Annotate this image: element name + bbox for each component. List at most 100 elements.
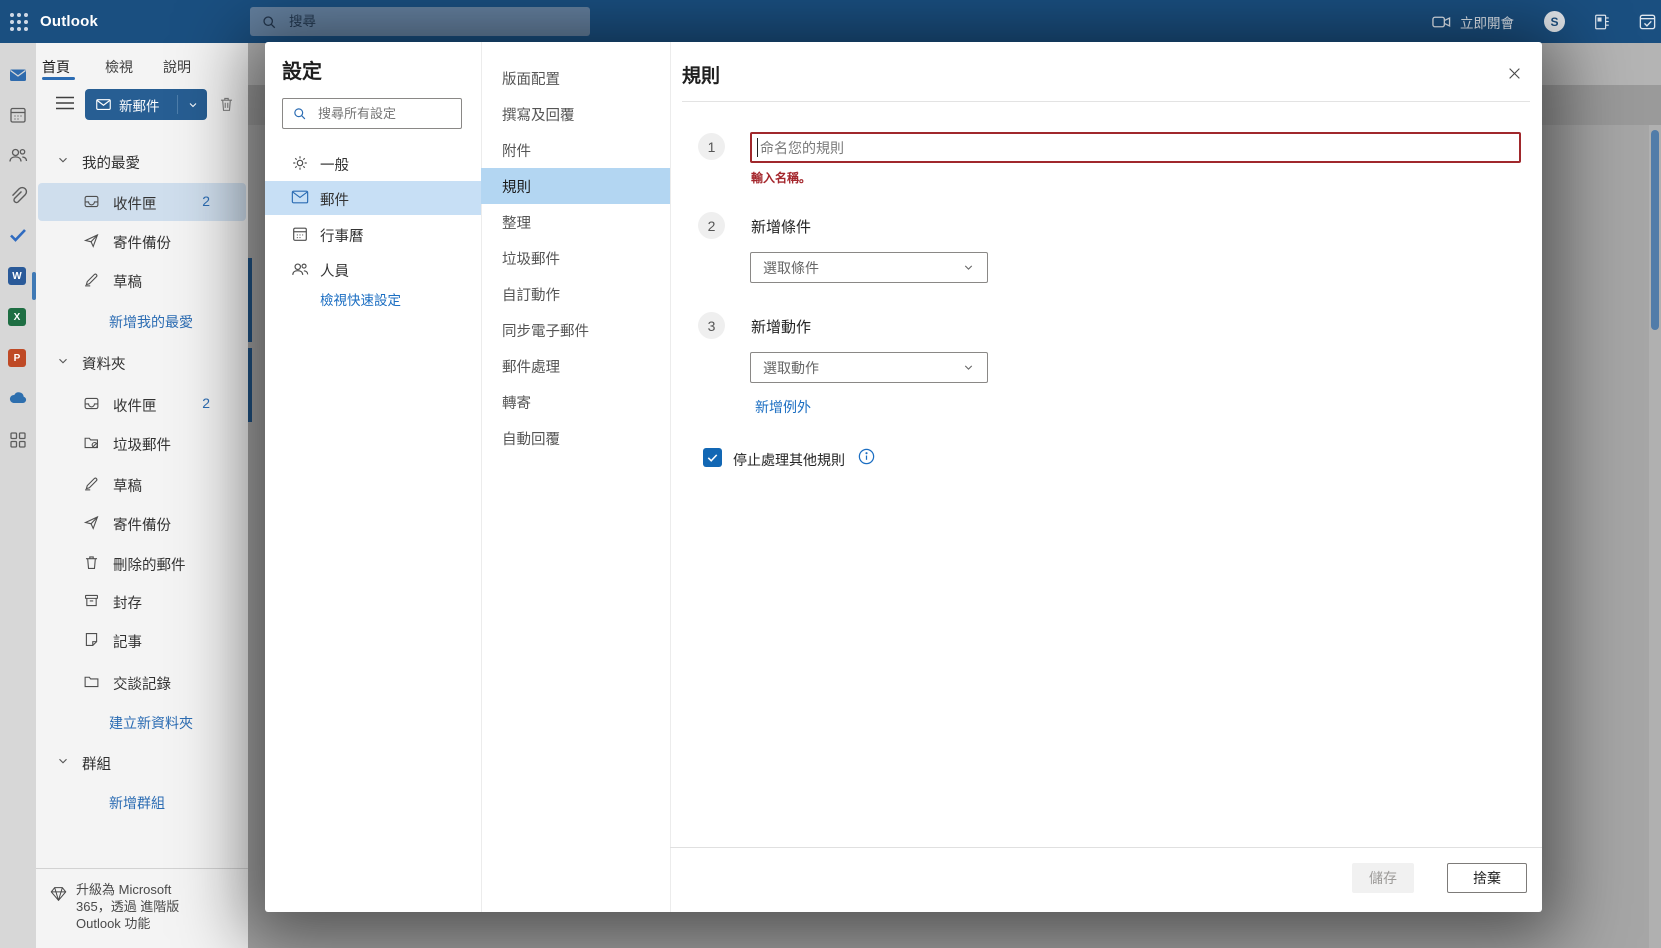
- tab-help[interactable]: 說明: [163, 57, 191, 77]
- excel-app-icon[interactable]: X: [8, 308, 28, 328]
- divider: [670, 42, 671, 912]
- section-layout[interactable]: 版面配置: [481, 60, 670, 96]
- page-scrollbar-thumb[interactable]: [1651, 130, 1659, 330]
- condition-dropdown[interactable]: 選取條件: [750, 252, 988, 283]
- info-icon[interactable]: [857, 447, 876, 466]
- section-sweep[interactable]: 整理: [481, 204, 670, 240]
- settings-title: 設定: [282, 61, 322, 83]
- rule-name-input[interactable]: [752, 134, 1519, 161]
- sidebar-item-junk[interactable]: 垃圾郵件: [38, 424, 246, 462]
- delete-toolbar-icon[interactable]: [218, 95, 235, 113]
- calendar-app-icon[interactable]: [8, 105, 28, 125]
- top-app-bar: Outlook 立即開會 S: [0, 0, 1661, 43]
- section-junk[interactable]: 垃圾郵件: [481, 240, 670, 276]
- groups-header[interactable]: 群組: [38, 743, 246, 781]
- gear-icon: [291, 154, 309, 172]
- close-icon[interactable]: [1501, 60, 1527, 86]
- create-folder-link[interactable]: 建立新資料夾: [38, 703, 246, 741]
- sidebar-item-archive[interactable]: 封存: [38, 582, 246, 620]
- selected-message-indicator: [248, 258, 252, 342]
- sidebar-item-sent[interactable]: 寄件備份: [38, 504, 246, 542]
- sidebar-item-sent-favorite[interactable]: 寄件備份: [38, 222, 246, 260]
- word-app-icon[interactable]: W: [8, 267, 28, 287]
- discard-button[interactable]: 捨棄: [1447, 863, 1527, 893]
- sent-icon: [83, 514, 100, 531]
- note-icon: [83, 631, 100, 648]
- sidebar-item-drafts[interactable]: 草稿: [38, 465, 246, 503]
- favorites-header[interactable]: 我的最愛: [38, 142, 246, 180]
- add-exception-link[interactable]: 新增例外: [755, 397, 811, 417]
- new-mail-dropdown-chevron[interactable]: [178, 99, 207, 111]
- more-apps-icon[interactable]: [8, 430, 28, 450]
- sidebar-item-inbox[interactable]: 收件匣 2: [38, 385, 246, 423]
- folders-header[interactable]: 資料夾: [38, 343, 246, 381]
- step-3-circle: 3: [698, 312, 725, 339]
- section-attachments[interactable]: 附件: [481, 132, 670, 168]
- rules-panel-title: 規則: [682, 66, 721, 87]
- upgrade-promo[interactable]: 升級為 Microsoft 365，透過 進階版 Outlook 功能: [50, 881, 240, 932]
- section-message-handling[interactable]: 郵件處理: [481, 348, 670, 384]
- onedrive-app-icon[interactable]: [8, 390, 28, 410]
- settings-search-box[interactable]: [282, 98, 462, 129]
- sidebar-item-drafts-favorite[interactable]: 草稿: [38, 261, 246, 299]
- settings-category-general[interactable]: 一般: [265, 146, 481, 180]
- action-dropdown[interactable]: 選取動作: [750, 352, 988, 383]
- section-compose-reply[interactable]: 撰寫及回覆: [481, 96, 670, 132]
- global-search-input[interactable]: [287, 13, 551, 30]
- chevron-down-icon: [56, 153, 70, 167]
- sidebar-item-deleted[interactable]: 刪除的郵件: [38, 544, 246, 582]
- video-camera-icon: [1432, 16, 1451, 27]
- settings-category-calendar[interactable]: 行事曆: [265, 217, 481, 251]
- add-condition-label: 新增條件: [751, 219, 812, 236]
- tab-home[interactable]: 首頁: [42, 57, 70, 77]
- hamburger-menu-icon[interactable]: [55, 95, 75, 111]
- attachments-app-icon[interactable]: [8, 186, 28, 206]
- unread-count-badge: 2: [202, 193, 210, 209]
- new-mail-button[interactable]: 新郵件: [85, 89, 207, 120]
- tab-view[interactable]: 檢視: [105, 57, 133, 77]
- premium-diamond-icon: [50, 886, 67, 932]
- app-launcher-icon[interactable]: [8, 11, 30, 33]
- archive-icon: [83, 592, 100, 609]
- section-sync-email[interactable]: 同步電子郵件: [481, 312, 670, 348]
- unread-count-badge: 2: [202, 395, 210, 411]
- section-forwarding[interactable]: 轉寄: [481, 384, 670, 420]
- sidebar-item-notes[interactable]: 記事: [38, 621, 246, 659]
- chevron-down-icon: [964, 265, 973, 270]
- app-rail: W X P: [0, 43, 36, 948]
- inbox-icon: [83, 395, 100, 412]
- sidebar-item-conversation-history[interactable]: 交談記錄: [38, 663, 246, 701]
- settings-category-people[interactable]: 人員: [265, 252, 481, 286]
- section-auto-replies[interactable]: 自動回覆: [481, 420, 670, 456]
- global-search-box[interactable]: [250, 7, 590, 36]
- todo-calendar-icon[interactable]: [1638, 12, 1657, 31]
- inbox-icon: [83, 193, 100, 210]
- calendar-icon: [291, 225, 309, 243]
- view-quick-settings-link[interactable]: 檢視快速設定: [320, 289, 401, 309]
- stop-processing-checkbox[interactable]: [703, 448, 722, 467]
- save-button[interactable]: 儲存: [1352, 863, 1414, 893]
- step-2-circle: 2: [698, 212, 725, 239]
- settings-category-mail[interactable]: 郵件: [265, 181, 481, 215]
- add-favorite-link[interactable]: 新增我的最愛: [38, 302, 246, 340]
- todo-app-icon[interactable]: [8, 225, 28, 245]
- divider: [36, 868, 248, 869]
- onenote-feed-icon[interactable]: [1593, 13, 1611, 31]
- settings-search-input[interactable]: [316, 105, 450, 122]
- draft-icon: [83, 271, 100, 288]
- active-tab-underline: [42, 77, 75, 80]
- skype-icon[interactable]: S: [1544, 11, 1565, 32]
- people-app-icon[interactable]: [8, 145, 28, 165]
- add-group-link[interactable]: 新增群組: [38, 783, 246, 821]
- search-icon: [261, 14, 277, 30]
- mail-icon: [96, 99, 111, 110]
- sidebar-item-inbox-favorite[interactable]: 收件匣 2: [38, 183, 246, 221]
- rule-name-field[interactable]: [750, 132, 1521, 163]
- section-rules[interactable]: 規則: [481, 168, 670, 204]
- powerpoint-app-icon[interactable]: P: [8, 349, 28, 369]
- chevron-down-icon: [964, 365, 973, 370]
- mail-app-icon[interactable]: [8, 65, 28, 85]
- rule-name-error: 輸入名稱。: [751, 171, 812, 185]
- meet-now-button[interactable]: 立即開會: [1432, 12, 1514, 32]
- section-customize-actions[interactable]: 自訂動作: [481, 276, 670, 312]
